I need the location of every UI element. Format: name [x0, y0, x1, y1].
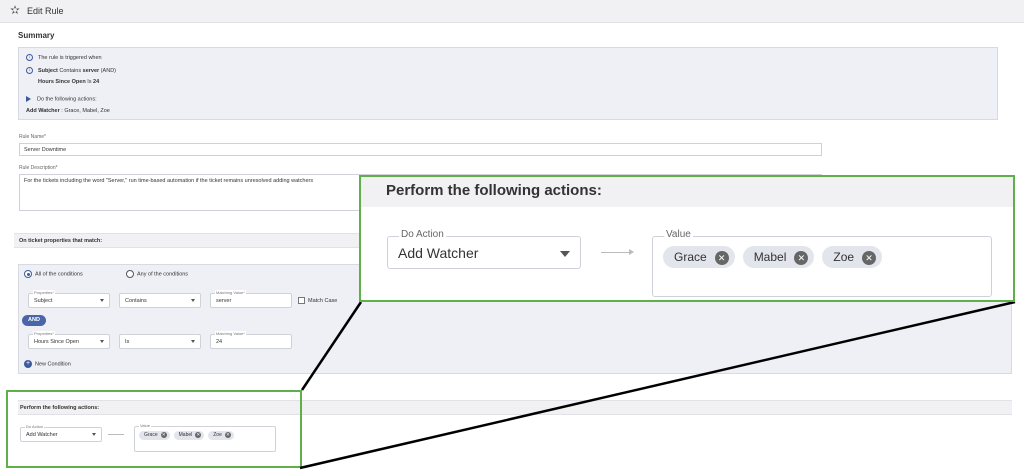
- remove-chip-icon[interactable]: ✕: [714, 250, 729, 265]
- zoom-actions-heading: Perform the following actions:: [386, 182, 602, 199]
- zoom-watcher-value-input[interactable]: Value Grace ✕ Mabel ✕ Zoe ✕: [652, 229, 992, 297]
- arrow-right-icon: [601, 249, 634, 255]
- zoom-watcher-chip-label: Grace: [674, 250, 707, 264]
- chevron-down-icon: [560, 251, 570, 257]
- zoom-watcher-chip-label: Mabel: [753, 250, 787, 264]
- remove-chip-icon[interactable]: ✕: [862, 250, 877, 265]
- zoom-do-action-value: Add Watcher: [398, 245, 479, 261]
- zoom-watcher-chip: Zoe ✕: [822, 246, 883, 268]
- zoom-watcher-chip: Mabel ✕: [742, 246, 815, 268]
- zoom-do-action-label: Do Action: [399, 229, 446, 240]
- zoom-value-label: Value: [664, 229, 693, 240]
- zoomed-actions-callout: Perform the following actions: Do Action…: [359, 175, 1015, 302]
- zoom-chip-list: Grace ✕ Mabel ✕ Zoe ✕: [663, 246, 890, 268]
- zoom-watcher-chip-label: Zoe: [833, 250, 855, 264]
- zoom-watcher-chip: Grace ✕: [663, 246, 735, 268]
- remove-chip-icon[interactable]: ✕: [794, 250, 809, 265]
- zoom-do-action-select[interactable]: Do Action Add Watcher: [387, 229, 581, 269]
- zoom-heading-band: Perform the following actions:: [361, 177, 1013, 207]
